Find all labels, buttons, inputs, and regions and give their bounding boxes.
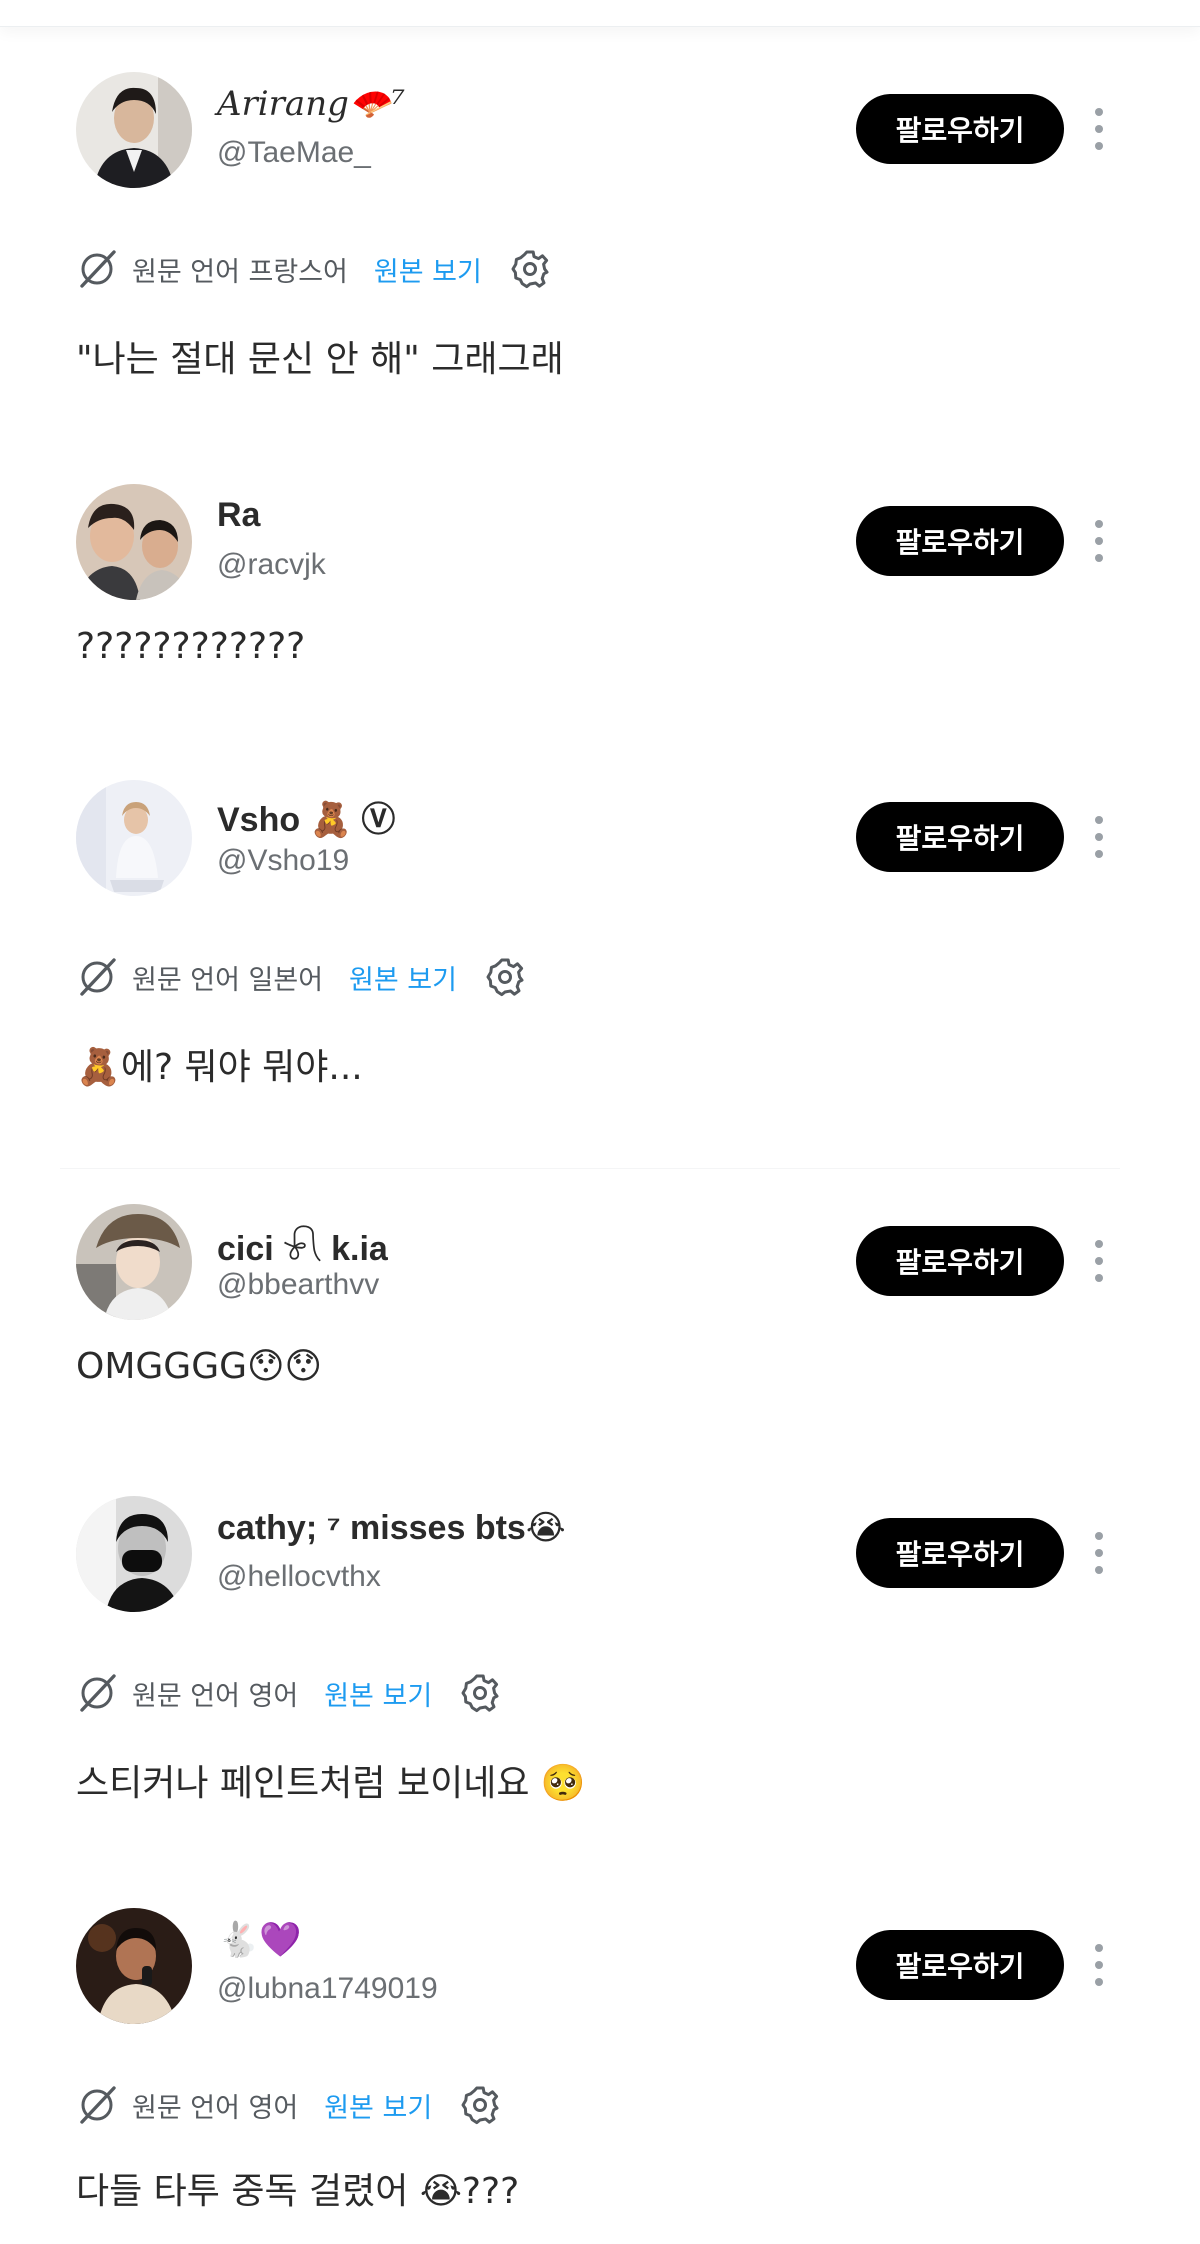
avatar[interactable]	[76, 1908, 192, 2024]
globe-slash-icon	[80, 1674, 116, 1712]
view-original-link[interactable]: 원본 보기	[324, 1674, 432, 1713]
reply-text: 다들 타투 중독 걸렸어 😭???	[76, 2171, 520, 2212]
reply-text: "나는 절대 문신 안 해" 그래그래	[76, 339, 564, 380]
user-handle[interactable]: @hellocvthx	[217, 1560, 381, 1594]
more-vertical-icon[interactable]	[1086, 1234, 1112, 1288]
reply-text: 🧸에? 뭐야 뭐야...	[76, 1047, 363, 1088]
more-vertical-icon[interactable]	[1086, 810, 1112, 864]
avatar[interactable]	[76, 72, 192, 188]
reply-card: Arirang🪭⁷ @TaeMae_ 팔로우하기 원문 언어 프랑스어 원본 보…	[0, 72, 1200, 402]
display-name[interactable]: Ra	[217, 496, 260, 535]
more-vertical-icon[interactable]	[1086, 1938, 1112, 1992]
user-handle[interactable]: @TaeMae_	[217, 136, 371, 170]
globe-slash-icon	[80, 2086, 116, 2124]
avatar[interactable]	[76, 484, 192, 600]
avatar[interactable]	[76, 1496, 192, 1612]
reply-text: OMGGGG😯😯	[76, 1346, 323, 1387]
gear-icon[interactable]	[458, 1671, 502, 1715]
follow-button[interactable]: 팔로우하기	[856, 94, 1064, 164]
view-original-link[interactable]: 원본 보기	[374, 250, 482, 289]
follow-button[interactable]: 팔로우하기	[856, 802, 1064, 872]
reply-card: cici 𓍯 k.ia @bbearthvv 팔로우하기 OMGGGG😯😯	[0, 1204, 1200, 1404]
globe-slash-icon	[80, 250, 116, 288]
user-handle[interactable]: @Vsho19	[217, 844, 349, 878]
divider	[60, 1168, 1120, 1169]
follow-button[interactable]: 팔로우하기	[856, 1930, 1064, 2000]
gear-icon[interactable]	[483, 955, 527, 999]
display-name[interactable]: Arirang🪭⁷	[217, 84, 405, 124]
gear-icon[interactable]	[508, 247, 552, 291]
view-original-link[interactable]: 원본 보기	[324, 2086, 432, 2125]
translation-label: 원문 언어 프랑스어	[132, 256, 348, 288]
translation-bar: 원문 언어 영어 원본 보기	[76, 1668, 502, 1718]
display-name[interactable]: Vsho 🧸 Ⓥ	[217, 792, 395, 841]
follow-button[interactable]: 팔로우하기	[856, 506, 1064, 576]
more-vertical-icon[interactable]	[1086, 102, 1112, 156]
display-name[interactable]: 🐇💜	[217, 1920, 302, 1960]
translation-bar: 원문 언어 프랑스어 원본 보기	[76, 244, 552, 294]
user-handle[interactable]: @lubna1749019	[217, 1972, 438, 2006]
reply-card: cathy; ⁷ misses bts😭 @hellocvthx 팔로우하기 원…	[0, 1496, 1200, 1826]
reply-card: Ra @racvjk 팔로우하기 ????????????	[0, 484, 1200, 684]
view-original-link[interactable]: 원본 보기	[349, 958, 457, 997]
user-handle[interactable]: @racvjk	[217, 548, 326, 582]
avatar[interactable]	[76, 780, 192, 896]
reply-card: Vsho 🧸 Ⓥ @Vsho19 팔로우하기 원문 언어 일본어 원본 보기 🧸…	[0, 780, 1200, 1100]
display-name[interactable]: cici 𓍯 k.ia	[217, 1216, 388, 1272]
more-vertical-icon[interactable]	[1086, 514, 1112, 568]
gear-icon[interactable]	[458, 2083, 502, 2127]
reply-text: 스티커나 페인트처럼 보이네요 🥺	[76, 1763, 586, 1804]
more-vertical-icon[interactable]	[1086, 1526, 1112, 1580]
globe-slash-icon	[80, 958, 116, 996]
reply-card: 🐇💜 @lubna1749019 팔로우하기 원문 언어 영어 원본 보기 다들…	[0, 1908, 1200, 2238]
follow-button[interactable]: 팔로우하기	[856, 1226, 1064, 1296]
translation-bar: 원문 언어 영어 원본 보기	[76, 2080, 502, 2130]
translation-bar: 원문 언어 일본어 원본 보기	[76, 952, 527, 1002]
user-handle[interactable]: @bbearthvv	[217, 1268, 379, 1302]
avatar[interactable]	[76, 1204, 192, 1320]
follow-button[interactable]: 팔로우하기	[856, 1518, 1064, 1588]
translation-label: 원문 언어 영어	[132, 2092, 299, 2124]
display-name[interactable]: cathy; ⁷ misses bts😭	[217, 1508, 566, 1548]
translation-label: 원문 언어 영어	[132, 1680, 299, 1712]
reply-text: ????????????	[76, 626, 306, 667]
top-bar	[0, 0, 1200, 27]
translation-label: 원문 언어 일본어	[132, 964, 324, 996]
